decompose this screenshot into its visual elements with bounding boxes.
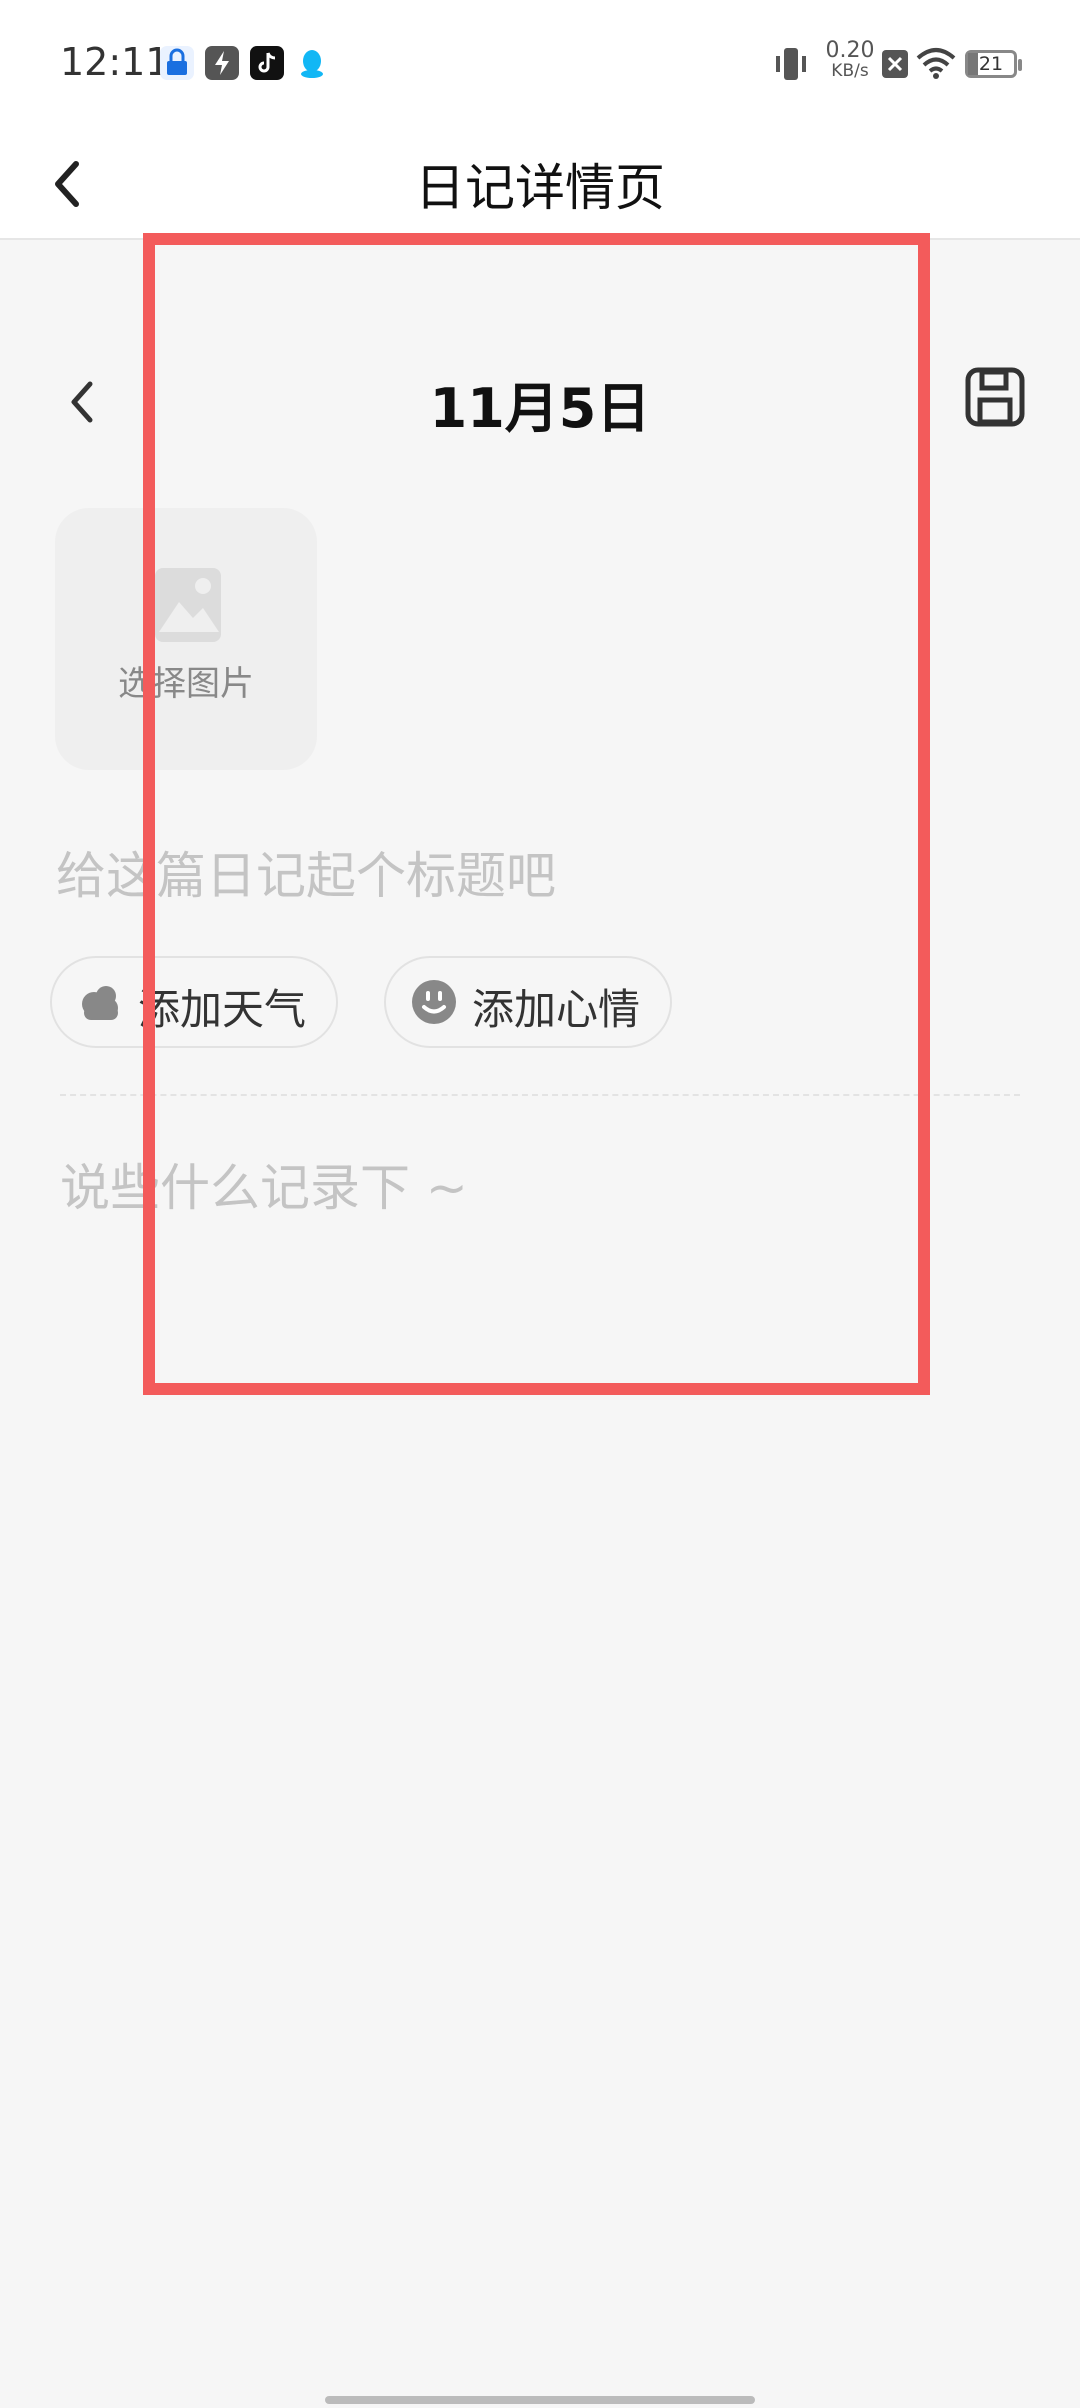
status-time: 12:11 — [60, 40, 170, 84]
battery-level: 21 — [978, 53, 1004, 75]
select-image-label: 选择图片 — [118, 664, 254, 704]
select-image-button[interactable]: 选择图片 — [55, 508, 317, 770]
net-speed: 0.20 KB/s — [822, 40, 878, 82]
no-sim-icon — [880, 48, 910, 84]
vibrate-icon — [772, 44, 810, 88]
diary-content-input[interactable]: 说些什么记录下 ~ — [60, 1148, 1020, 1220]
title-bar: 日记详情页 — [0, 130, 1080, 240]
home-indicator[interactable] — [325, 2396, 755, 2404]
diary-date: 11月5日 — [429, 377, 651, 440]
wifi-icon — [915, 46, 957, 84]
add-weather-label: 添加天气 — [138, 985, 307, 1034]
add-weather-button[interactable]: 添加天气 — [50, 956, 338, 1048]
add-mood-button[interactable]: 添加心情 — [384, 956, 672, 1048]
qq-icon — [295, 46, 329, 80]
image-icon — [155, 568, 221, 642]
vpn-lock-icon — [160, 46, 194, 80]
page-title: 日记详情页 — [415, 159, 665, 217]
net-speed-value: 0.20 — [825, 38, 875, 63]
save-button[interactable] — [960, 362, 1030, 432]
flash-app-icon — [205, 46, 239, 80]
divider — [60, 1094, 1020, 1096]
status-bar: 12:11 0.20 KB/s 21 — [0, 0, 1080, 130]
cloud-icon — [82, 986, 118, 1020]
battery-icon: 21 — [965, 50, 1022, 78]
save-icon — [965, 367, 1025, 427]
date-row: 11月5日 — [0, 350, 1080, 450]
diary-title-input[interactable]: 给这篇日记起个标题吧 — [56, 836, 1016, 908]
smiley-icon — [412, 980, 456, 1024]
tiktok-icon — [250, 46, 284, 80]
net-speed-unit: KB/s — [831, 61, 869, 81]
add-mood-label: 添加心情 — [472, 985, 641, 1034]
